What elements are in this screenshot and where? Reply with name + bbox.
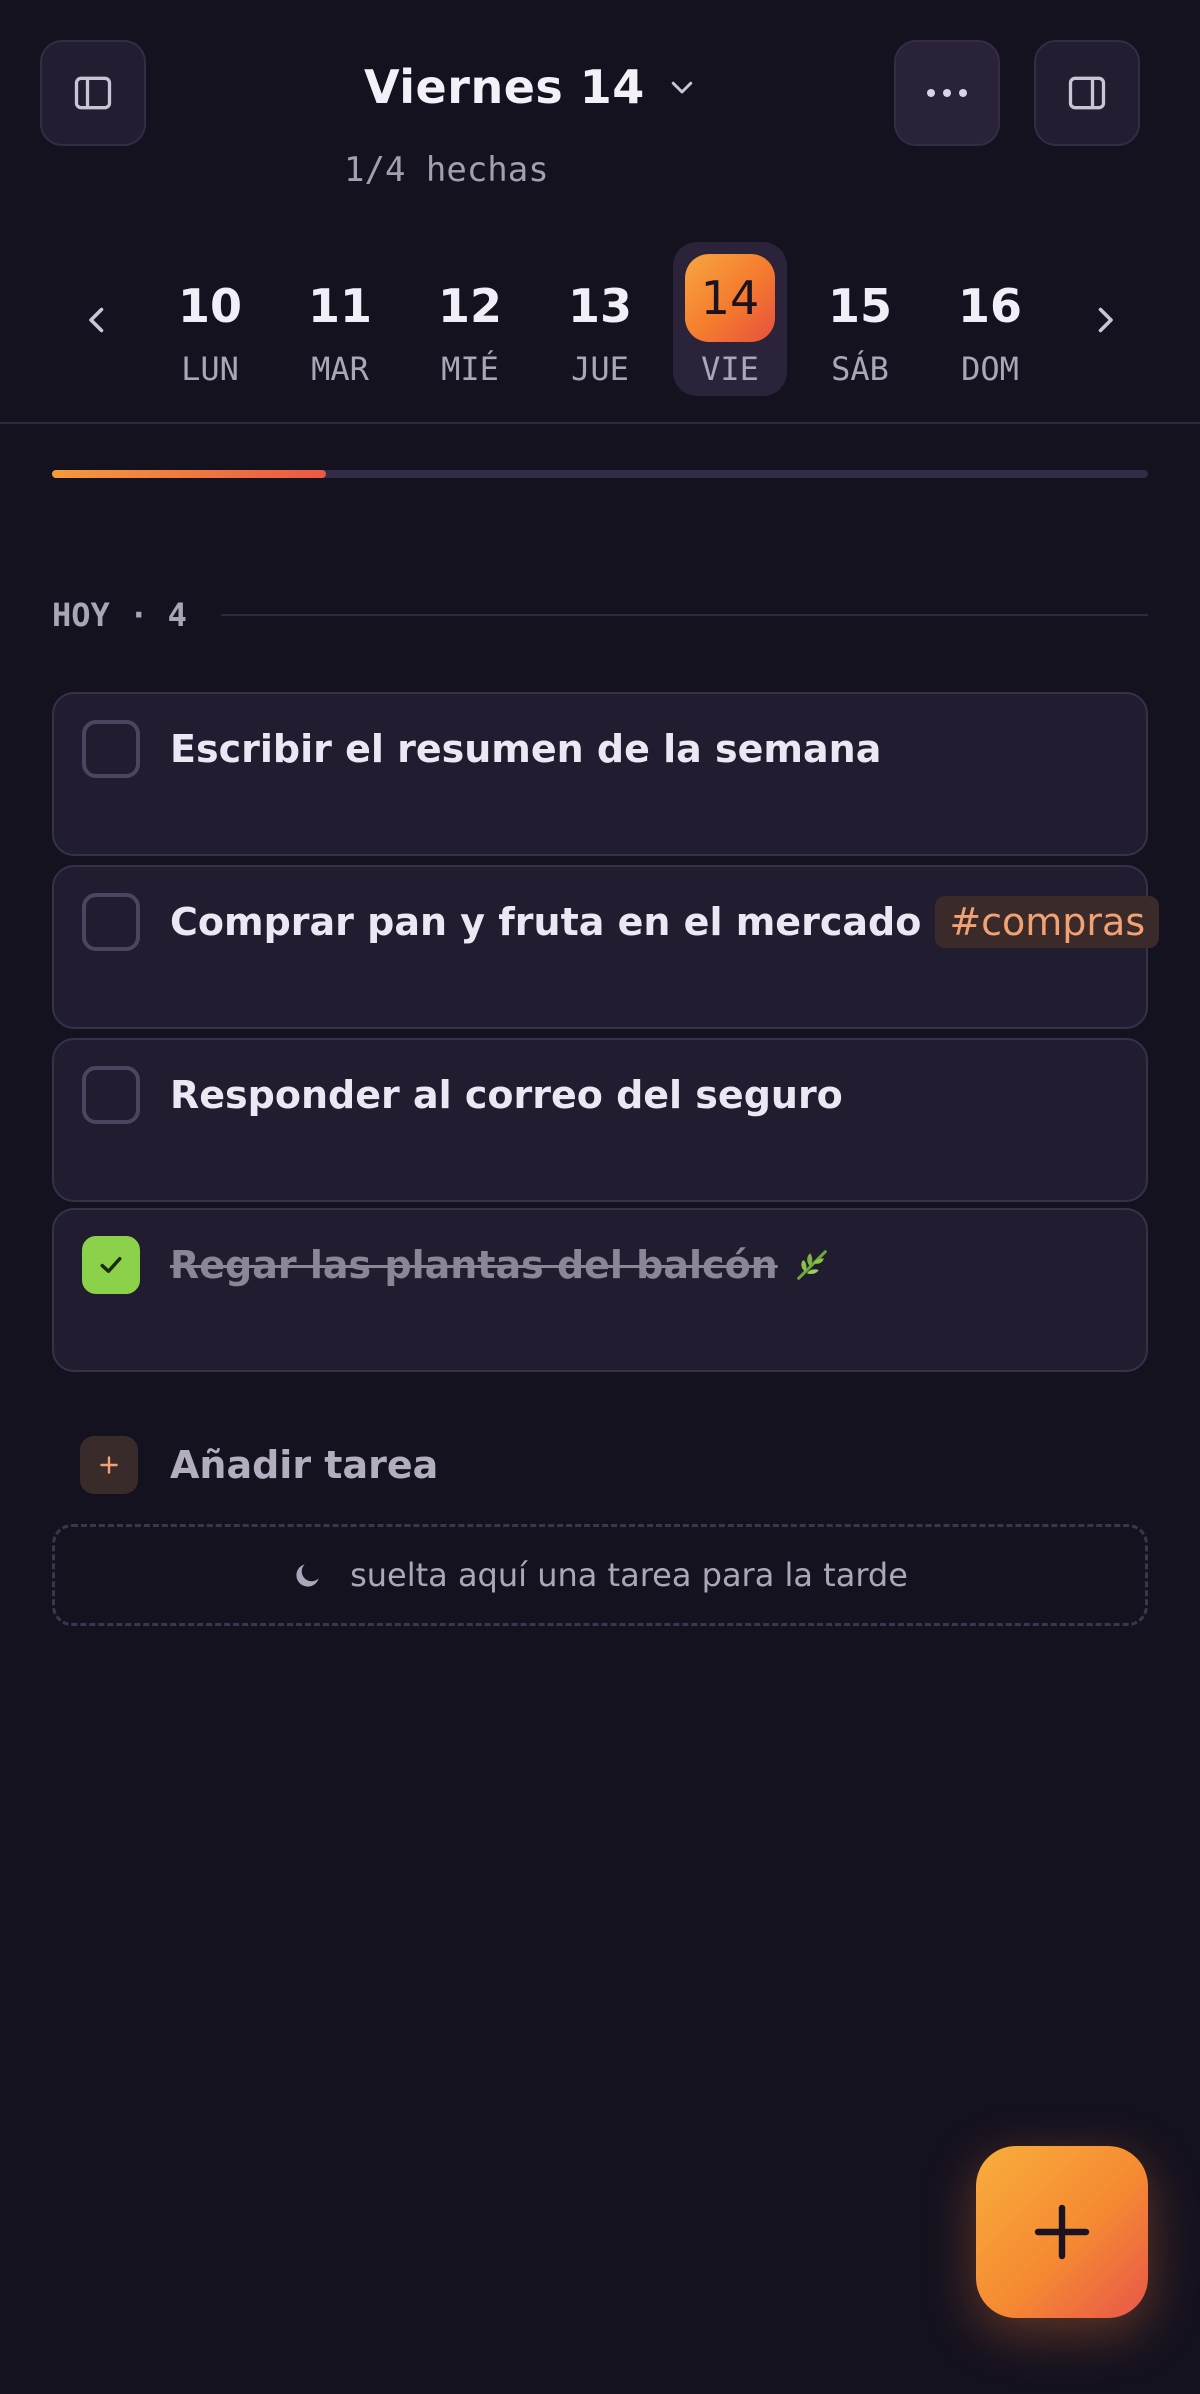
day-label: VIE (701, 350, 759, 388)
add-task-label: Añadir tarea (170, 1443, 439, 1487)
task-checkbox[interactable] (82, 893, 140, 951)
day-number: 14 (685, 254, 775, 342)
section-header-today: HOY · 4 (52, 596, 1148, 634)
day-number: 10 (177, 279, 242, 333)
more-horizontal-icon (927, 89, 967, 97)
today-screen: Viernes 14 1/4 hechas 10 LUN 11 MAR 12 MIÉ 13 J… (0, 0, 1200, 2394)
task-card-completed[interactable]: Regar las plantas del balcón (52, 1208, 1148, 1372)
evening-dropzone[interactable]: suelta aquí una tarea para la tarde (52, 1524, 1148, 1626)
day-number: 11 (307, 279, 372, 333)
day-sáb[interactable]: 15 SÁB (803, 242, 917, 396)
task-checkbox-checked[interactable] (82, 1236, 140, 1294)
task-card[interactable]: Responder al correo del seguro (52, 1038, 1148, 1202)
sidebar-right-icon (1068, 76, 1106, 110)
day-label: LUN (181, 350, 239, 388)
task-text: Regar las plantas del balcón (170, 1243, 778, 1287)
task-title: Comprar pan y fruta en el mercado #compr… (170, 893, 1160, 951)
task-text: Escribir el resumen de la semana (170, 727, 882, 771)
task-title: Responder al correo del seguro (170, 1066, 843, 1124)
section-title: HOY · 4 (52, 596, 187, 634)
chevron-down-icon (671, 81, 693, 94)
chevron-left-icon (89, 307, 104, 333)
toggle-right-sidebar-button[interactable] (1034, 40, 1140, 146)
day-number: 13 (567, 279, 632, 333)
day-mié[interactable]: 12 MIÉ (413, 242, 527, 396)
day-vie[interactable]: 14 VIE (673, 242, 787, 396)
completion-count: 1/4 hechas (344, 150, 549, 190)
task-text: Comprar pan y fruta en el mercado (170, 900, 922, 944)
plus-icon (80, 1436, 138, 1494)
leaf-icon (792, 1245, 832, 1285)
page-title: Viernes 14 (364, 60, 645, 114)
task-card[interactable]: Escribir el resumen de la semana (52, 692, 1148, 856)
day-label: MIÉ (441, 350, 499, 388)
day-number: 15 (827, 279, 892, 333)
add-task-fab[interactable] (976, 2146, 1148, 2318)
day-mar[interactable]: 11 MAR (283, 242, 397, 396)
day-number: 16 (957, 279, 1022, 333)
task-title: Escribir el resumen de la semana (170, 720, 881, 778)
day-label: JUE (571, 350, 629, 388)
day-label: DOM (961, 350, 1019, 388)
day-lun[interactable]: 10 LUN (153, 242, 267, 396)
section-divider (220, 614, 1148, 616)
day-dom[interactable]: 16 DOM (933, 242, 1047, 396)
task-tag[interactable]: #compras (935, 896, 1160, 948)
task-checkbox[interactable] (82, 720, 140, 778)
sidebar-left-icon (74, 76, 112, 110)
chevron-right-icon (1098, 307, 1113, 333)
week-strip-divider (0, 422, 1200, 424)
task-title: Regar las plantas del balcón (170, 1236, 832, 1294)
toggle-left-sidebar-button[interactable] (40, 40, 146, 146)
dropzone-text: suelta aquí una tarea para la tarde (350, 1556, 908, 1594)
next-week-button[interactable] (1080, 290, 1130, 350)
moon-icon (296, 1564, 319, 1587)
previous-week-button[interactable] (72, 290, 122, 350)
add-task-button[interactable]: Añadir tarea (80, 1436, 438, 1494)
day-jue[interactable]: 13 JUE (543, 242, 657, 396)
task-checkbox[interactable] (82, 1066, 140, 1124)
task-card[interactable]: Comprar pan y fruta en el mercado #compr… (52, 865, 1160, 1029)
day-number: 12 (437, 279, 502, 333)
task-text: Responder al correo del seguro (170, 1073, 843, 1117)
plus-icon (1034, 2204, 1090, 2260)
day-label: MAR (311, 350, 369, 388)
more-options-button[interactable] (894, 40, 1000, 146)
checkmark-icon (100, 1257, 122, 1273)
progress-bar-fill (52, 470, 326, 478)
progress-bar (52, 470, 1148, 478)
date-title-dropdown[interactable]: Viernes 14 (364, 60, 697, 114)
day-label: SÁB (831, 350, 889, 388)
